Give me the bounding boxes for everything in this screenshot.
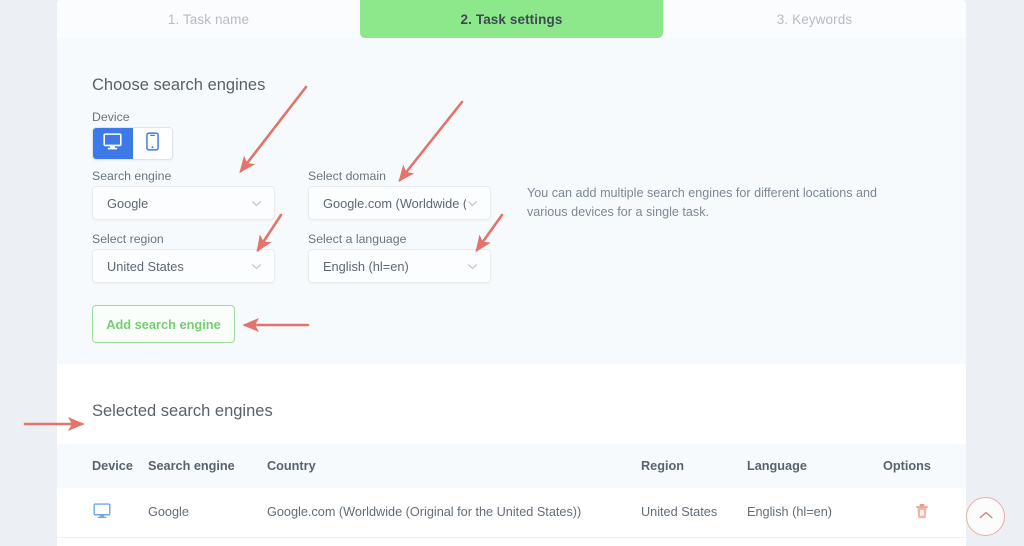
device-mobile-button[interactable] (132, 128, 172, 159)
table-row-divider (57, 537, 966, 538)
chevron-down-icon (250, 197, 263, 210)
chevron-up-icon (978, 508, 994, 526)
delete-icon[interactable] (915, 503, 929, 519)
select-domain-select[interactable]: Google.com (Worldwide (… (308, 186, 491, 220)
column-header-region: Region (641, 459, 684, 473)
chevron-down-icon (250, 260, 263, 273)
wizard-tabs: 1. Task name 2. Task settings 3. Keyword… (57, 0, 966, 38)
select-region-value: United States (107, 258, 184, 274)
select-language-value: English (hl=en) (323, 258, 409, 274)
device-label: Device (92, 110, 130, 124)
column-header-search-engine: Search engine (148, 459, 235, 473)
desktop-icon (93, 503, 111, 519)
device-toggle[interactable] (92, 127, 173, 160)
column-header-country: Country (267, 459, 316, 473)
cell-language: English (hl=en) (747, 505, 832, 519)
search-engine-select[interactable]: Google (92, 186, 275, 220)
column-header-options: Options (883, 459, 931, 473)
column-header-language: Language (747, 459, 807, 473)
scroll-to-top-button[interactable] (966, 497, 1005, 536)
search-engine-label: Search engine (92, 169, 172, 183)
select-language-select[interactable]: English (hl=en) (308, 249, 491, 283)
selected-search-engines-title: Selected search engines (92, 402, 273, 420)
multiple-engines-hint: You can add multiple search engines for … (527, 186, 878, 219)
device-desktop-button[interactable] (93, 128, 133, 159)
select-domain-value: Google.com (Worldwide (… (323, 195, 466, 211)
chevron-down-icon (466, 260, 479, 273)
cell-region: United States (641, 505, 718, 519)
select-domain-label: Select domain (308, 169, 386, 183)
tab-task-name[interactable]: 1. Task name (57, 0, 360, 38)
tab-task-settings[interactable]: 2. Task settings (360, 0, 663, 38)
tab-keywords[interactable]: 3. Keywords (663, 0, 966, 38)
cell-country: Google.com (Worldwide (Original for the … (267, 505, 582, 519)
select-region-select[interactable]: United States (92, 249, 275, 283)
app-root: 1. Task name 2. Task settings 3. Keyword… (0, 0, 1024, 546)
select-region-label: Select region (92, 232, 164, 246)
desktop-icon (103, 132, 122, 155)
select-language-label: Select a language (308, 232, 407, 246)
choose-search-engines-title: Choose search engines (92, 76, 266, 94)
mobile-icon (145, 131, 159, 156)
cell-search-engine: Google (148, 505, 189, 519)
chevron-down-icon (466, 197, 479, 210)
add-search-engine-button[interactable]: Add search engine (92, 305, 235, 343)
search-engine-value: Google (107, 195, 149, 211)
column-header-device: Device (92, 459, 133, 473)
